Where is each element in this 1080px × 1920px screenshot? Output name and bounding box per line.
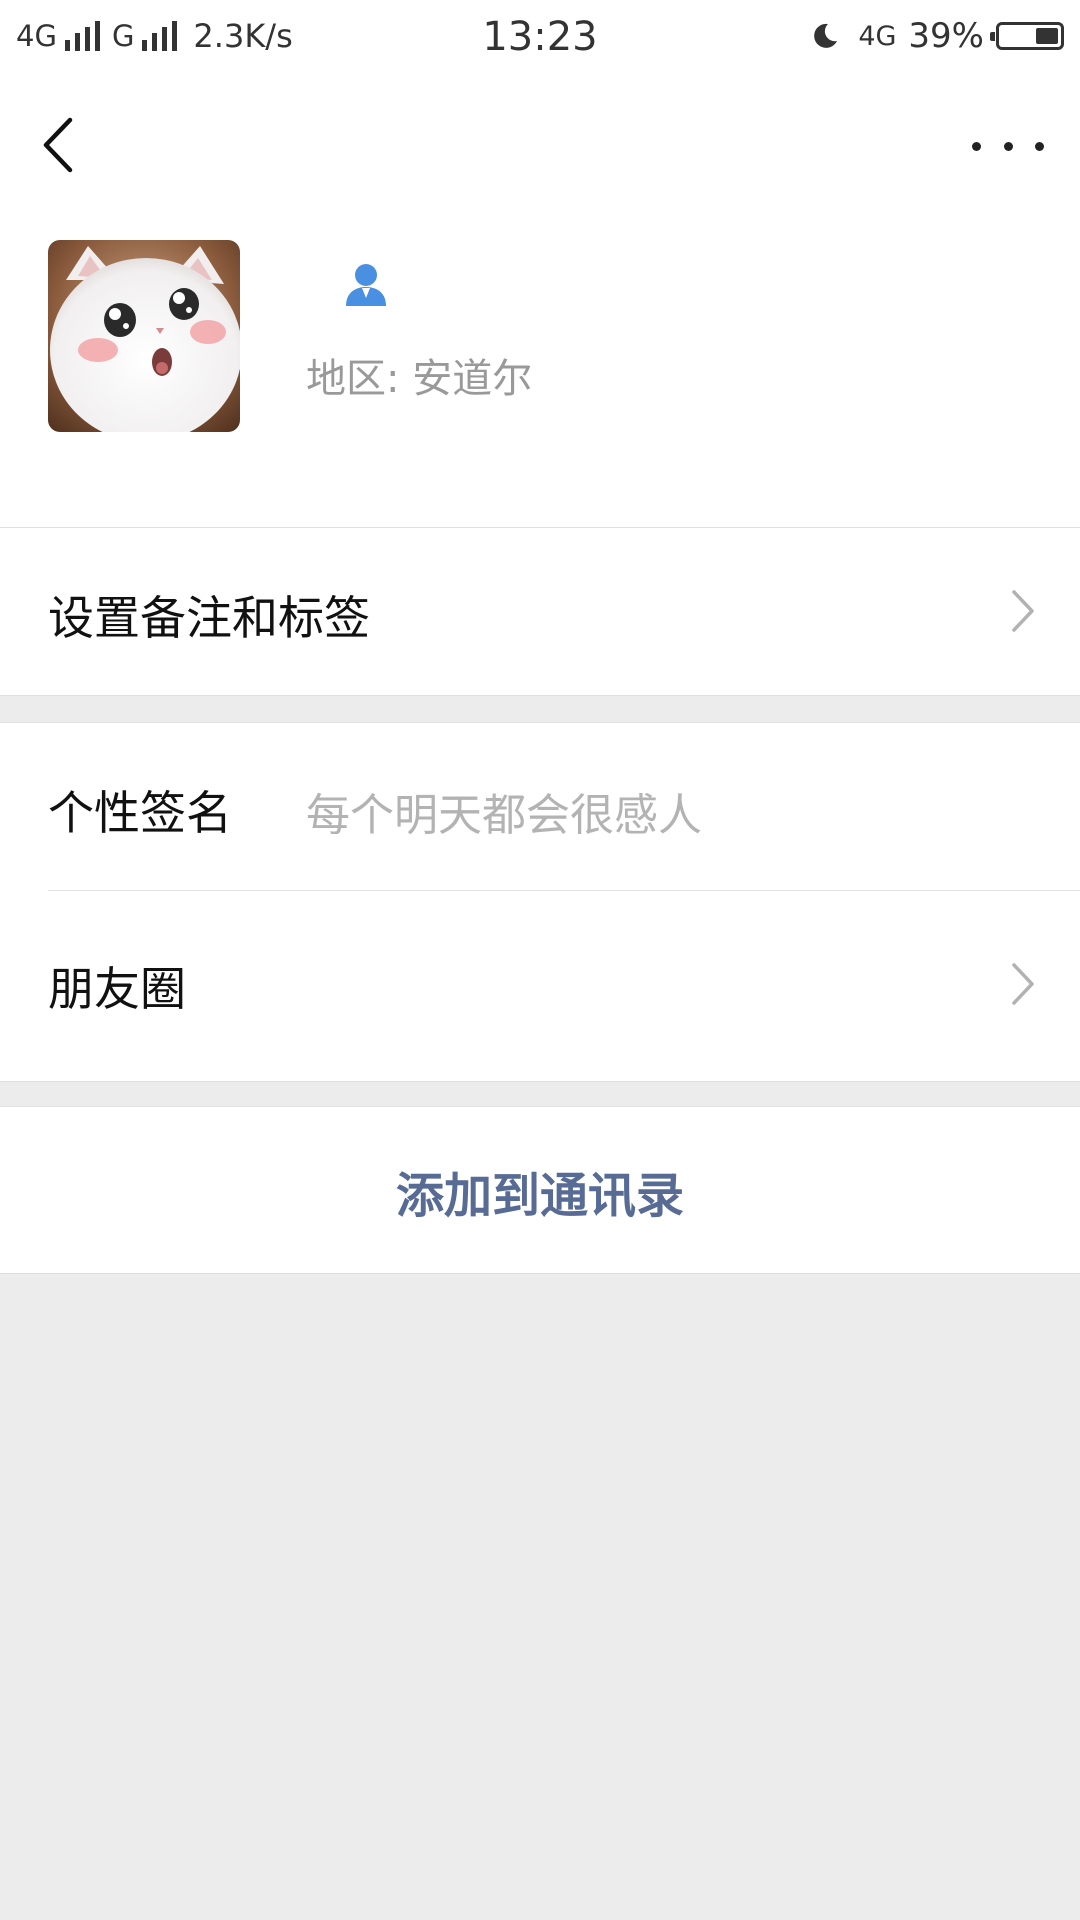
more-dot [1035,141,1044,151]
battery-icon [990,22,1064,50]
add-contact-card: 添加到通讯录 [0,1106,1080,1274]
set-remark-label: 设置备注和标签 [48,591,370,645]
signature-label: 个性签名 [48,786,232,840]
signature-row: 个性签名 每个明天都会很感人 [0,723,1080,891]
set-remark-row[interactable]: 设置备注和标签 [0,528,1080,696]
back-button[interactable] [30,110,90,180]
moments-label: 朋友圈 [48,962,186,1016]
cat-avatar-image [48,240,240,432]
chevron-right-icon [1012,590,1034,632]
status-right: 4G 39% [810,14,1064,58]
moon-icon [814,23,838,48]
more-button[interactable] [972,124,1044,168]
remark-card: 设置备注和标签 [0,528,1080,696]
more-dot [1003,141,1013,151]
network-type-right: 4G [858,20,897,52]
moments-row[interactable]: 朋友圈 [0,891,1080,1081]
signature-value: 每个明天都会很感人 [306,790,702,841]
avatar[interactable] [48,240,240,432]
profile-header: 地区: 安道尔 [0,216,1080,528]
add-to-contacts-button[interactable]: 添加到通讯录 [0,1107,1080,1275]
region-text: 地区: 安道尔 [306,356,533,402]
nav-bar [0,74,1080,216]
person-icon [346,264,386,306]
battery-percent: 39% [908,16,984,56]
chevron-left-icon [43,117,73,173]
more-dot [972,141,981,151]
info-card: 个性签名 每个明天都会很感人 朋友圈 [0,722,1080,1082]
chevron-right-icon [1012,963,1034,1005]
battery-fill [1036,28,1058,44]
status-bar: 4G G 2.3K/s 13:23 4G 39% [0,0,1080,74]
